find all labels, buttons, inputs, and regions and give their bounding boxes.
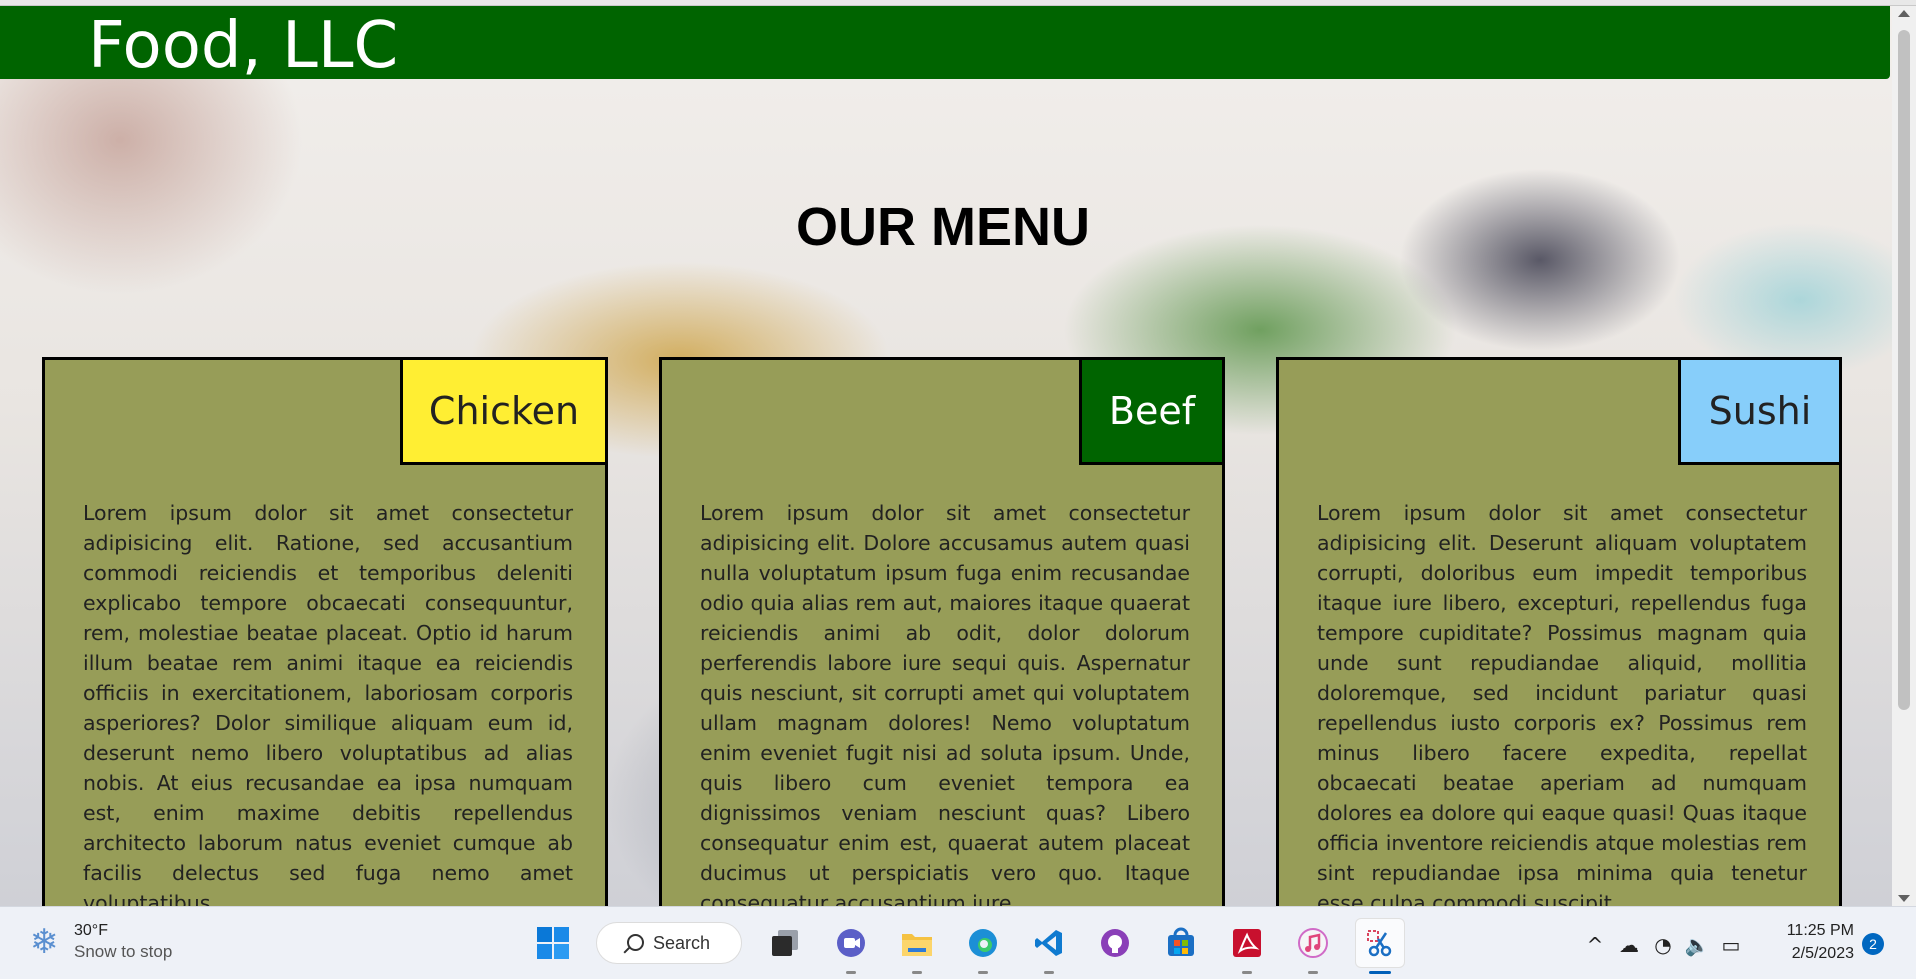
onedrive-cloud-icon[interactable]: ☁ bbox=[1612, 933, 1646, 957]
clock-time: 11:25 PM bbox=[1786, 922, 1854, 939]
windows-start-icon[interactable] bbox=[529, 919, 577, 967]
taskbar-apps: Search bbox=[520, 918, 1414, 974]
volume-icon[interactable]: 🔈 bbox=[1680, 933, 1714, 957]
taskbar-search[interactable]: Search bbox=[596, 922, 742, 964]
menu-heading: OUR MENU bbox=[796, 197, 1090, 257]
site-header: Food, LLC bbox=[0, 5, 1890, 83]
search-icon bbox=[627, 934, 644, 951]
task-view-icon[interactable] bbox=[761, 919, 809, 967]
itunes-icon[interactable] bbox=[1289, 919, 1337, 974]
notification-badge[interactable]: 2 bbox=[1862, 933, 1884, 955]
snowflake-icon: ❄ bbox=[29, 922, 59, 962]
weather-widget[interactable]: ❄ 30°F Snow to stop bbox=[24, 921, 173, 963]
page-scrollbar[interactable] bbox=[1892, 6, 1916, 906]
page-background: Food, LLC OUR MENU Chicken Lorem ipsum d… bbox=[0, 0, 1892, 906]
file-explorer-icon[interactable] bbox=[893, 919, 941, 974]
chevron-up-icon[interactable]: ^ bbox=[1578, 933, 1612, 957]
teams-icon[interactable] bbox=[827, 919, 875, 974]
card-tag-chicken: Chicken bbox=[400, 357, 608, 465]
site-title: Food, LLC bbox=[88, 9, 399, 83]
clock[interactable]: 11:25 PM 2/5/2023 bbox=[1764, 919, 1854, 965]
menu-card-chicken: Chicken Lorem ipsum dolor sit amet conse… bbox=[42, 357, 608, 906]
scroll-thumb[interactable] bbox=[1898, 30, 1910, 710]
store-icon[interactable] bbox=[1157, 919, 1205, 967]
card-tag-sushi: Sushi bbox=[1678, 357, 1842, 465]
card-tag-beef: Beef bbox=[1079, 357, 1225, 465]
edge-icon[interactable] bbox=[959, 919, 1007, 974]
card-text-chicken: Lorem ipsum dolor sit amet consectetur a… bbox=[83, 501, 573, 906]
browser-top-edge bbox=[0, 0, 1916, 6]
vscode-icon[interactable] bbox=[1025, 919, 1073, 974]
clock-date: 2/5/2023 bbox=[1791, 945, 1854, 962]
wifi-icon[interactable]: ◔ bbox=[1646, 933, 1680, 957]
card-text-beef: Lorem ipsum dolor sit amet consectetur a… bbox=[700, 501, 1190, 906]
card-text-sushi: Lorem ipsum dolor sit amet consectetur a… bbox=[1317, 501, 1807, 906]
scroll-down-arrow-icon[interactable] bbox=[1898, 895, 1910, 902]
menu-card-sushi: Sushi Lorem ipsum dolor sit amet consect… bbox=[1276, 357, 1842, 906]
battery-icon[interactable]: ▭ bbox=[1714, 933, 1748, 957]
acrobat-icon[interactable] bbox=[1223, 919, 1271, 974]
weather-temp: 30°F bbox=[74, 922, 108, 939]
snipping-tool-icon[interactable] bbox=[1355, 918, 1405, 974]
taskbar: ❄ 30°F Snow to stop Search ^ ☁ ◔ 🔈 ▭ 11:… bbox=[0, 906, 1916, 979]
github-icon[interactable] bbox=[1091, 919, 1139, 967]
weather-desc: Snow to stop bbox=[74, 942, 173, 961]
system-tray: ^ ☁ ◔ 🔈 ▭ bbox=[1578, 925, 1748, 965]
menu-card-beef: Beef Lorem ipsum dolor sit amet consecte… bbox=[659, 357, 1225, 906]
scroll-up-arrow-icon[interactable] bbox=[1898, 10, 1910, 17]
